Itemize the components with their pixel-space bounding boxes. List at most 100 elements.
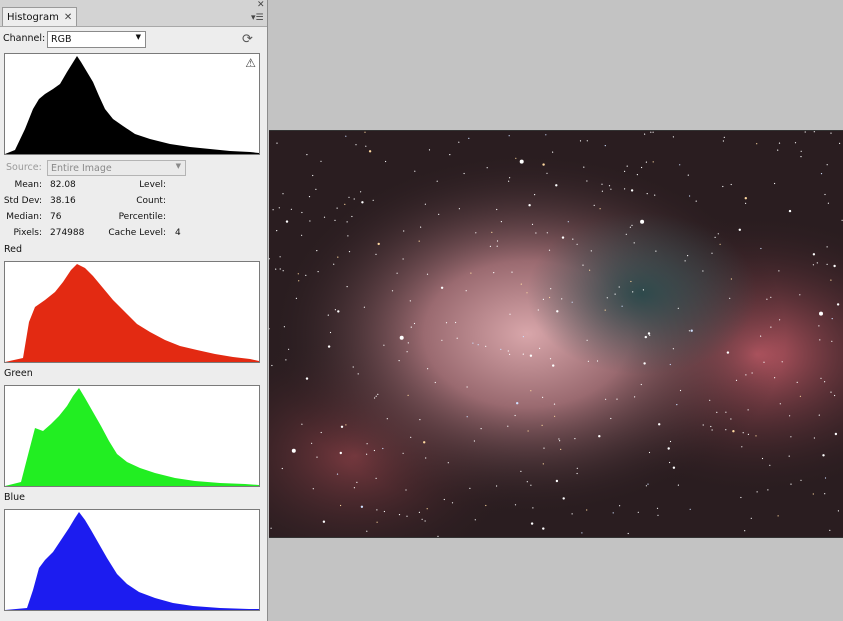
star	[402, 258, 404, 260]
star	[271, 364, 273, 367]
star	[365, 145, 367, 147]
star	[386, 418, 388, 420]
stddev-value: 38.16	[50, 196, 76, 206]
star	[571, 513, 573, 515]
star	[485, 504, 487, 507]
star	[687, 255, 689, 257]
star	[418, 511, 420, 513]
histogram-rgb-area	[5, 56, 259, 154]
star	[552, 364, 555, 367]
star	[604, 145, 606, 147]
channel-select[interactable]: RGB ▼	[47, 31, 146, 48]
star	[586, 509, 588, 511]
median-value: 76	[50, 212, 62, 222]
star	[601, 190, 603, 192]
star	[409, 300, 411, 302]
star	[669, 461, 671, 464]
warning-icon[interactable]: ⚠	[245, 56, 256, 70]
star	[812, 493, 814, 495]
star	[796, 381, 798, 383]
star	[719, 243, 721, 245]
star	[647, 483, 649, 485]
star	[799, 294, 801, 296]
star	[672, 466, 676, 469]
star	[345, 135, 347, 137]
star	[624, 188, 626, 190]
star	[474, 519, 476, 521]
star	[468, 137, 470, 139]
panel-menu-icon[interactable]: ▾☰	[251, 14, 264, 23]
star	[658, 423, 661, 426]
star	[824, 493, 826, 495]
star	[831, 318, 833, 320]
histogram-red-area	[5, 264, 259, 362]
star	[760, 247, 762, 250]
star	[426, 508, 428, 510]
star	[745, 374, 747, 376]
star	[539, 347, 541, 349]
star	[283, 326, 285, 328]
star	[756, 143, 758, 145]
star	[543, 447, 545, 449]
star	[751, 372, 753, 374]
star	[496, 485, 498, 487]
star	[576, 467, 578, 469]
star	[545, 134, 547, 136]
mean-value: 82.08	[50, 180, 76, 190]
star	[344, 203, 346, 205]
histogram-red	[4, 261, 260, 363]
star	[316, 250, 318, 252]
star	[790, 436, 792, 438]
star	[689, 508, 691, 510]
star	[631, 224, 633, 226]
star	[311, 442, 313, 444]
star	[347, 235, 349, 237]
star	[747, 409, 749, 411]
star	[337, 256, 339, 258]
star	[414, 170, 416, 172]
star	[632, 291, 634, 293]
star	[735, 379, 738, 381]
star	[747, 433, 749, 435]
star	[689, 195, 691, 197]
star	[800, 479, 802, 481]
star	[489, 245, 491, 247]
star	[800, 150, 802, 152]
source-select[interactable]: Entire Image ▼	[47, 160, 186, 176]
star	[641, 166, 643, 169]
star	[466, 416, 468, 418]
star	[561, 236, 565, 239]
star	[534, 194, 536, 196]
star	[640, 383, 642, 386]
histogram-rgb: ⚠	[4, 53, 260, 155]
star	[438, 213, 440, 215]
star	[716, 411, 718, 413]
star	[529, 354, 533, 357]
panel-close-icon[interactable]: ✕	[257, 1, 265, 10]
star	[769, 464, 771, 466]
star	[677, 484, 679, 486]
star	[774, 377, 776, 379]
chevron-down-icon: ▼	[135, 33, 141, 41]
star	[572, 238, 574, 240]
tab-histogram[interactable]: Histogram ✕	[2, 7, 78, 26]
star	[777, 515, 779, 517]
star	[645, 485, 647, 487]
star	[839, 142, 841, 144]
star	[812, 264, 815, 266]
star	[336, 473, 339, 475]
histogram-green-plot	[5, 388, 259, 486]
star	[441, 339, 443, 341]
close-icon[interactable]: ✕	[64, 12, 72, 23]
star	[711, 429, 713, 431]
star	[285, 359, 287, 361]
refresh-icon[interactable]: ⟳	[242, 32, 253, 47]
star	[398, 360, 400, 362]
star	[477, 344, 479, 346]
star	[730, 183, 732, 186]
cache-level-value: 4	[175, 228, 181, 238]
star	[295, 297, 297, 299]
star	[368, 150, 372, 153]
star	[456, 337, 458, 339]
star	[593, 204, 595, 206]
